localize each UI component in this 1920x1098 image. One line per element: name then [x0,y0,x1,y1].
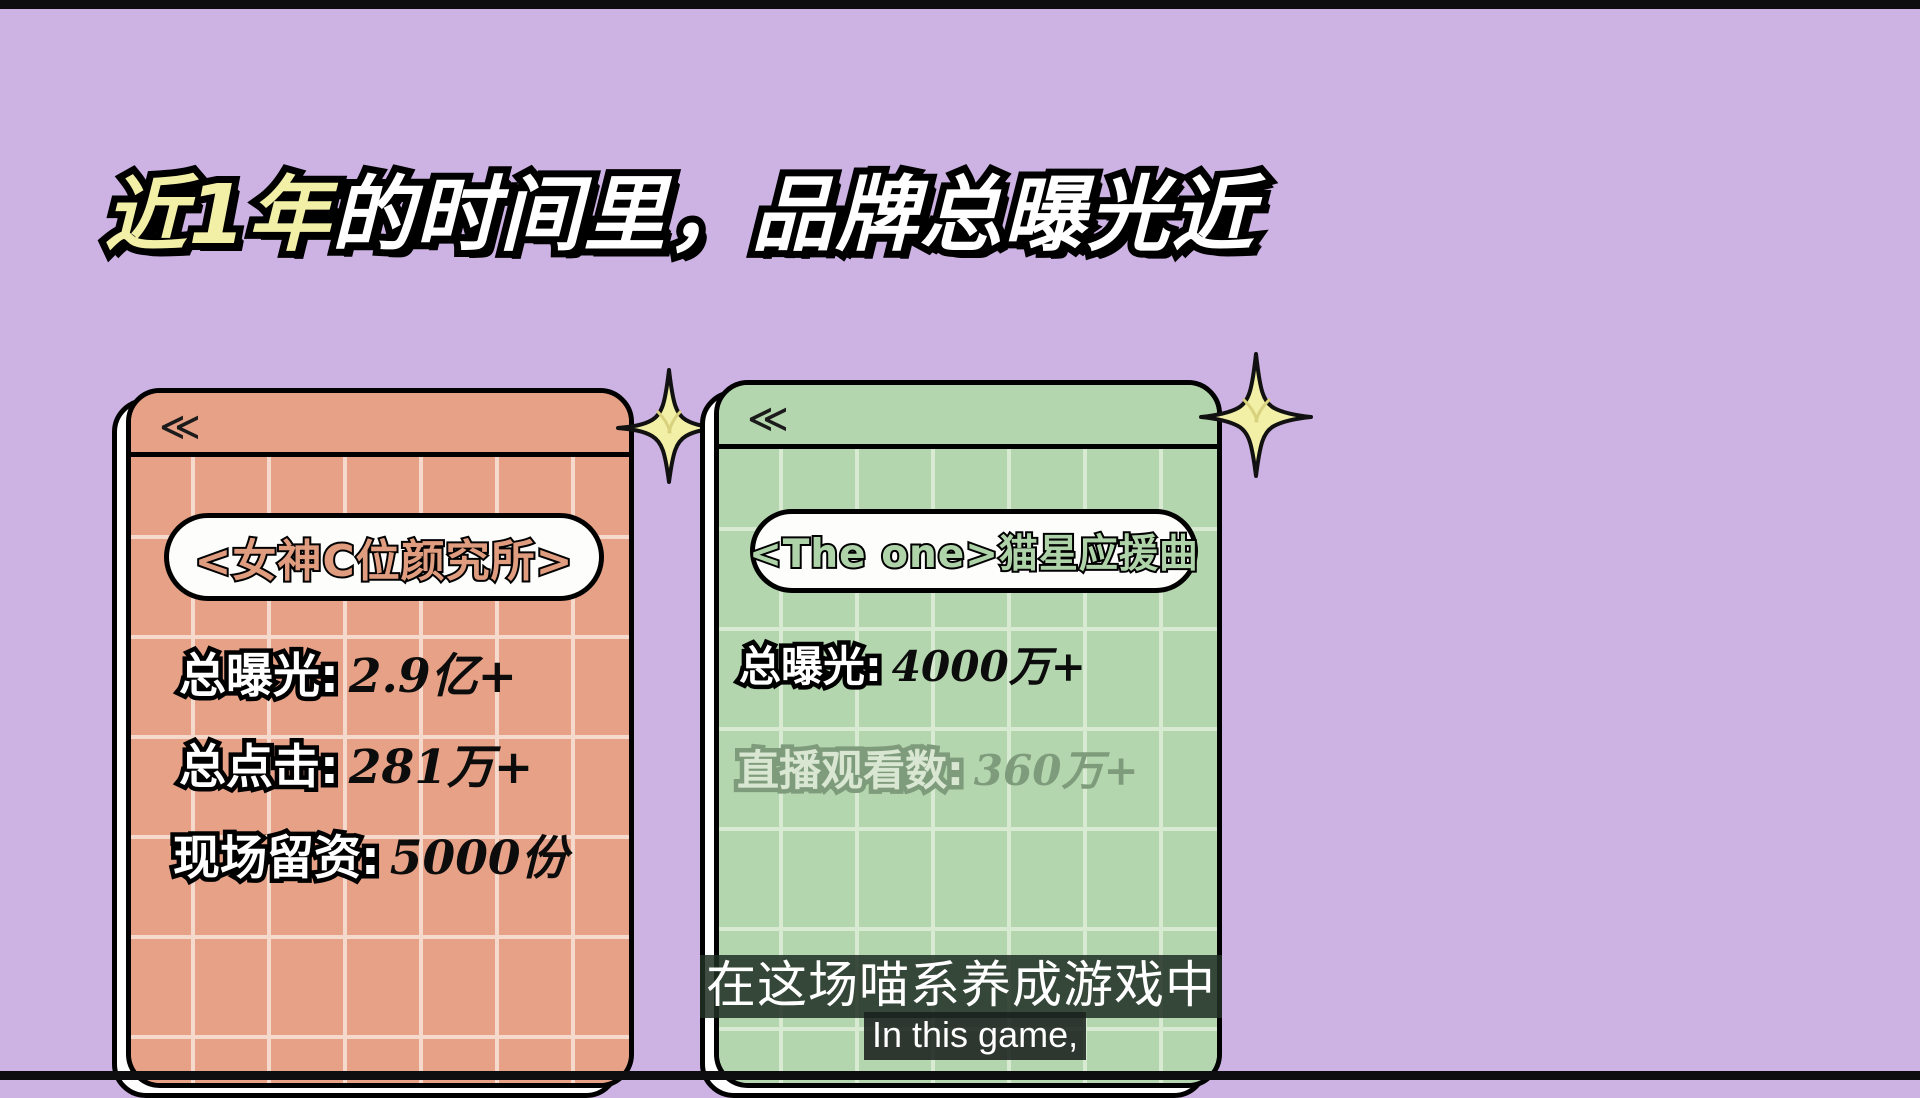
stat-row: 现场留资: 5000份 [169,819,568,891]
card-header-bar: ≪ [131,393,629,457]
back-chevron-icon[interactable]: ≪ [159,407,201,447]
stat-row: 总点击: 281万+ [175,728,534,800]
back-chevron-icon[interactable]: ≪ [747,399,789,439]
page-title-highlight: 近1年 [97,161,336,270]
stat-label: 现场留资: [169,827,385,891]
stat-row: 总曝光: 4000万+ [735,633,1086,696]
card-title-pill: <女神C位颜究所> [164,513,604,601]
sparkle-icon [1197,350,1315,480]
subtitle-english: In this game, [864,1012,1087,1060]
card-title-label: <女神C位颜究所> [192,534,574,589]
letterbox-bar-top [0,0,1920,9]
page-title-rest: 的时间里，品牌总曝光近 [325,161,1261,270]
stat-value: 281万+ [348,740,534,795]
stat-label: 总曝光: [735,638,887,696]
card-title-label: <The one>猫星应援曲 [747,530,1200,579]
card-title-pill: <The one>猫星应援曲 [747,509,1200,593]
stat-label: 总点击: [175,736,344,800]
stat-value: 360万+ [973,746,1139,795]
letterbox-bar-bottom [0,1071,1920,1080]
card-surface: ≪ <女神C位颜究所> 总曝光: 2.9亿+ 总点击: 281万+ 现场留资: 500… [126,388,634,1088]
stat-card-salmon[interactable]: ≪ <女神C位颜究所> 总曝光: 2.9亿+ 总点击: 281万+ 现场留资: 500… [112,368,722,1098]
subtitle-chinese: 在这场喵系养成游戏中 [700,955,1222,1018]
stat-value: 4000万+ [891,642,1086,691]
card-header-bar: ≪ [719,385,1217,449]
stat-value: 2.9亿+ [348,649,517,704]
stat-row-faded: 直播观看数: 360万+ [733,737,1139,800]
stat-value: 5000份 [389,831,568,886]
stat-row: 总曝光: 2.9亿+ [175,637,517,709]
card-body: <女神C位颜究所> 总曝光: 2.9亿+ 总点击: 281万+ 现场留资: 5000份 [131,457,629,1083]
page-title: 近1年的时间里，品牌总曝光近 [0,148,1360,270]
stat-label: 总曝光: [175,645,344,709]
stat-label: 直播观看数: [733,742,969,800]
